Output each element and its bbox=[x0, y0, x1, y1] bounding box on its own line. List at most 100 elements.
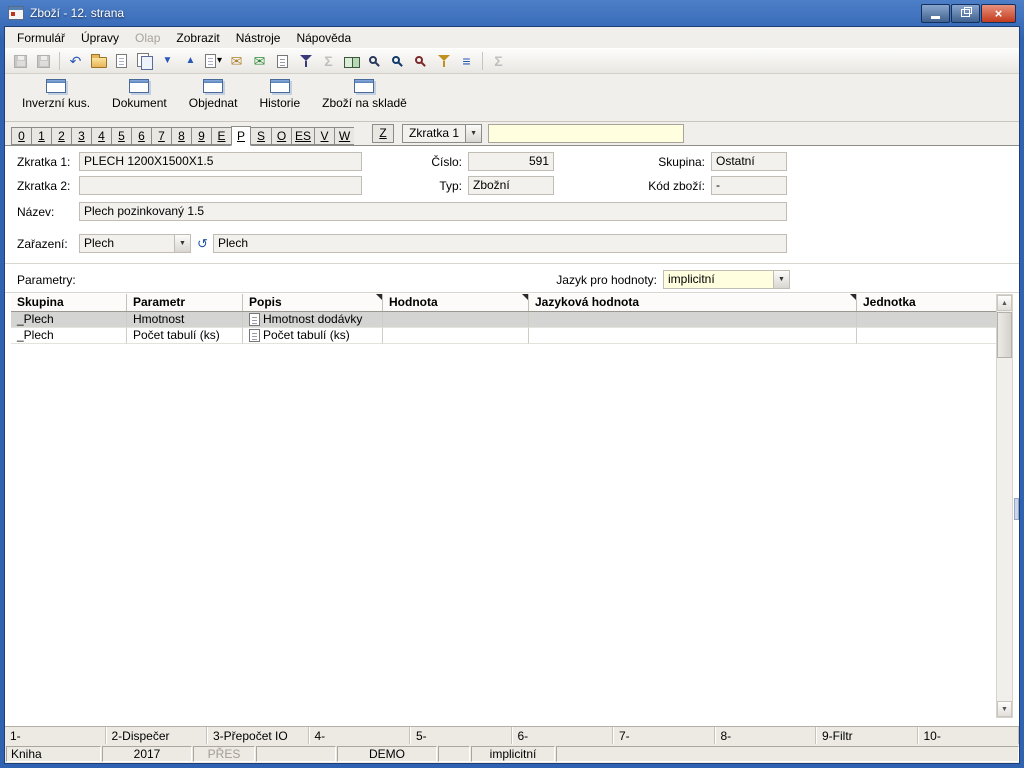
zbozi-na-sklade-button[interactable]: Zboží na skladě bbox=[317, 77, 412, 112]
filter-icon[interactable] bbox=[295, 51, 316, 72]
column-header-skupina[interactable]: Skupina bbox=[11, 294, 127, 311]
tab-0[interactable]: 0 bbox=[11, 127, 31, 145]
mail-icon[interactable]: ✉ bbox=[226, 51, 247, 72]
new-record-icon[interactable] bbox=[111, 51, 132, 72]
cell-jazykova-hodnota[interactable] bbox=[529, 312, 857, 328]
fnkey-6[interactable]: 6- bbox=[512, 727, 614, 744]
tab-V[interactable]: V bbox=[314, 127, 334, 145]
cislo-field[interactable]: 591 bbox=[468, 152, 554, 171]
column-header-hodnota[interactable]: Hodnota bbox=[383, 294, 529, 311]
find-related-icon[interactable] bbox=[410, 51, 431, 72]
jazyk-combo[interactable]: implicitní ▼ bbox=[663, 270, 790, 289]
tab-W[interactable]: W bbox=[334, 127, 354, 145]
kod-zbozi-field[interactable]: - bbox=[711, 176, 787, 195]
tree-refresh-icon[interactable]: ↺ bbox=[197, 236, 208, 252]
restore-button[interactable] bbox=[951, 4, 980, 23]
zarazeni-combo[interactable]: Plech ▼ bbox=[79, 234, 191, 253]
tab-4[interactable]: 4 bbox=[91, 127, 111, 145]
zarazeni-path-field[interactable]: Plech bbox=[213, 234, 787, 253]
scrollbar-thumb[interactable] bbox=[997, 312, 1012, 358]
cell-skupina[interactable]: _Plech bbox=[11, 312, 127, 328]
scroll-down-icon[interactable]: ▼ bbox=[997, 701, 1012, 717]
catalog-icon[interactable] bbox=[341, 51, 362, 72]
table-row[interactable]: _Plech Počet tabulí (ks) Počet tabulí (k… bbox=[11, 328, 996, 344]
tab-S[interactable]: S bbox=[251, 127, 271, 145]
tab-O[interactable]: O bbox=[271, 127, 291, 145]
fnkey-2[interactable]: 2-Dispečer bbox=[106, 727, 208, 744]
column-header-popis[interactable]: Popis bbox=[243, 294, 383, 311]
fnkey-7[interactable]: 7- bbox=[613, 727, 715, 744]
fnkey-1[interactable]: 1- bbox=[5, 727, 106, 744]
fnkey-10[interactable]: 10- bbox=[918, 727, 1020, 744]
tab-5[interactable]: 5 bbox=[111, 127, 131, 145]
column-header-jednotka[interactable]: Jednotka bbox=[857, 294, 996, 311]
titlebar[interactable]: Zboží - 12. strana × bbox=[4, 0, 1020, 26]
edit-note-icon[interactable] bbox=[249, 329, 260, 342]
save-close-icon[interactable] bbox=[33, 51, 54, 72]
move-up-icon[interactable]: ▲ bbox=[180, 51, 201, 72]
chevron-down-icon[interactable]: ▼ bbox=[773, 271, 789, 288]
dokument-button[interactable]: Dokument bbox=[107, 77, 172, 112]
find-next-icon[interactable] bbox=[387, 51, 408, 72]
cell-popis[interactable]: Hmotnost dodávky bbox=[243, 312, 383, 328]
cell-hodnota[interactable] bbox=[383, 328, 529, 344]
tab-7[interactable]: 7 bbox=[151, 127, 171, 145]
chevron-down-icon[interactable]: ▼ bbox=[174, 235, 190, 252]
zkratka2-field[interactable] bbox=[79, 176, 362, 195]
edit-note-icon[interactable] bbox=[249, 313, 260, 326]
actions-dropdown-icon[interactable]: ▾ bbox=[203, 51, 224, 72]
sum-stock-icon[interactable]: Σ bbox=[488, 51, 509, 72]
inverzni-kus-button[interactable]: Inverzní kus. bbox=[17, 77, 95, 112]
fnkey-9[interactable]: 9-Filtr bbox=[816, 727, 918, 744]
cell-parametr[interactable]: Hmotnost bbox=[127, 312, 243, 328]
minimize-button[interactable] bbox=[921, 4, 950, 23]
list-view-icon[interactable]: ≡ bbox=[456, 51, 477, 72]
cell-jazykova-hodnota[interactable] bbox=[529, 328, 857, 344]
cell-popis[interactable]: Počet tabulí (ks) bbox=[243, 328, 383, 344]
copy-record-icon[interactable] bbox=[134, 51, 155, 72]
open-icon[interactable] bbox=[88, 51, 109, 72]
tab-3[interactable]: 3 bbox=[71, 127, 91, 145]
tab-8[interactable]: 8 bbox=[171, 127, 191, 145]
z-button[interactable]: Z bbox=[372, 124, 394, 143]
quick-search-input[interactable] bbox=[488, 124, 684, 143]
cell-jednotka[interactable] bbox=[857, 328, 996, 344]
tab-6[interactable]: 6 bbox=[131, 127, 151, 145]
column-header-jazykova-hodnota[interactable]: Jazyková hodnota bbox=[529, 294, 857, 311]
search-field-selector[interactable]: Zkratka 1 ▼ bbox=[402, 124, 482, 143]
fnkey-8[interactable]: 8- bbox=[715, 727, 817, 744]
undo-icon[interactable]: ↶ bbox=[65, 51, 86, 72]
tab-E[interactable]: E bbox=[211, 127, 231, 145]
tab-9[interactable]: 9 bbox=[191, 127, 211, 145]
menu-formular[interactable]: Formulář bbox=[9, 29, 73, 47]
cell-jednotka[interactable] bbox=[857, 312, 996, 328]
panel-scrollbar-thumb[interactable] bbox=[1014, 498, 1019, 520]
tab-P[interactable]: P bbox=[231, 126, 251, 146]
chevron-down-icon[interactable]: ▼ bbox=[465, 125, 481, 142]
skupina-field[interactable]: Ostatní bbox=[711, 152, 787, 171]
app-icon[interactable] bbox=[8, 6, 24, 20]
find-icon[interactable] bbox=[364, 51, 385, 72]
close-button[interactable]: × bbox=[981, 4, 1016, 23]
move-down-icon[interactable]: ▼ bbox=[157, 51, 178, 72]
fnkey-3[interactable]: 3-Přepočet IO bbox=[207, 727, 309, 744]
historie-button[interactable]: Historie bbox=[254, 77, 305, 112]
table-scrollbar[interactable]: ▲ ▼ bbox=[996, 294, 1013, 718]
fnkey-5[interactable]: 5- bbox=[410, 727, 512, 744]
tab-2[interactable]: 2 bbox=[51, 127, 71, 145]
sum-icon[interactable]: Σ bbox=[318, 51, 339, 72]
fnkey-4[interactable]: 4- bbox=[309, 727, 411, 744]
cell-skupina[interactable]: _Plech bbox=[11, 328, 127, 344]
filter-values-icon[interactable] bbox=[433, 51, 454, 72]
notes-icon[interactable] bbox=[272, 51, 293, 72]
table-row[interactable]: _Plech Hmotnost Hmotnost dodávky bbox=[11, 312, 996, 328]
scroll-up-icon[interactable]: ▲ bbox=[997, 295, 1012, 311]
menu-upravy[interactable]: Úpravy bbox=[73, 29, 127, 47]
save-icon[interactable] bbox=[10, 51, 31, 72]
export-send-icon[interactable]: ✉ bbox=[249, 51, 270, 72]
menu-napoveda[interactable]: Nápověda bbox=[288, 29, 359, 47]
menu-zobrazit[interactable]: Zobrazit bbox=[168, 29, 227, 47]
column-header-parametr[interactable]: Parametr bbox=[127, 294, 243, 311]
cell-parametr[interactable]: Počet tabulí (ks) bbox=[127, 328, 243, 344]
zkratka1-field[interactable]: PLECH 1200X1500X1.5 bbox=[79, 152, 362, 171]
